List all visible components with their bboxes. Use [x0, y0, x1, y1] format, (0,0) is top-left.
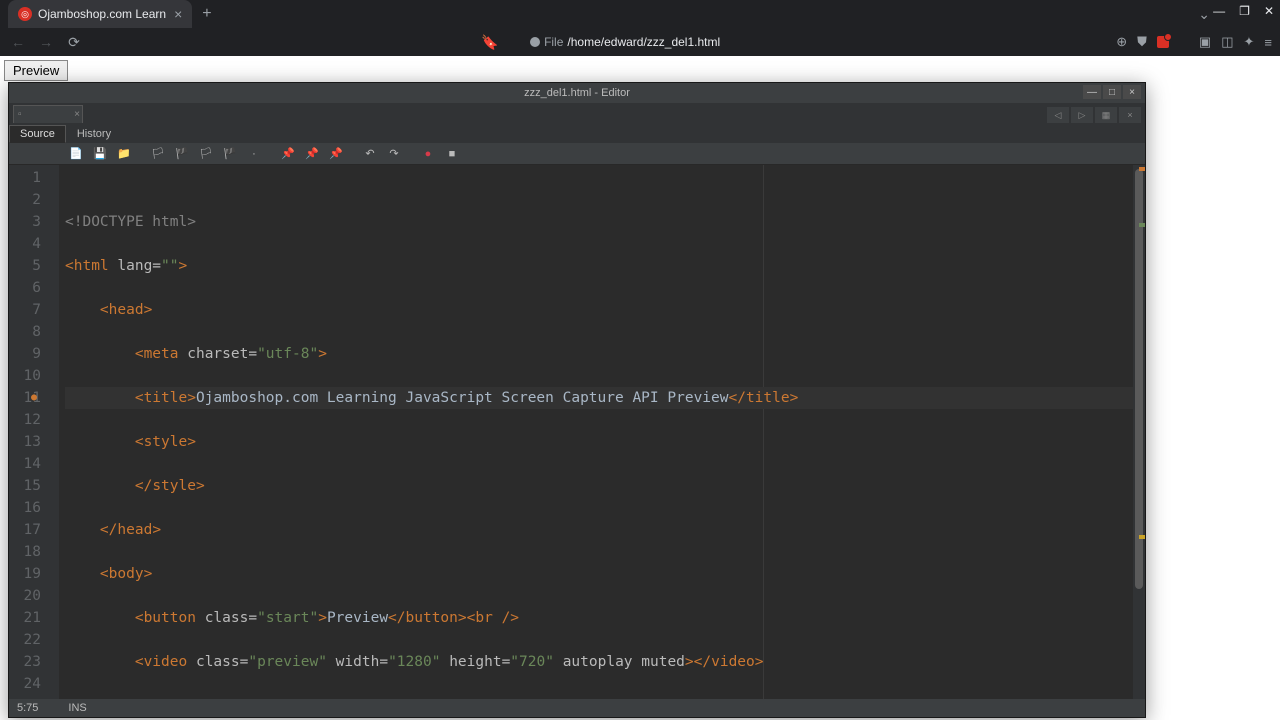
source-tabs: Source History — [9, 123, 1145, 143]
tab-strip: ◎ Ojamboshop.com Learn × + ⌄ ― ❐ ✕ — [0, 0, 1280, 28]
tool-save-icon[interactable]: 💾 — [89, 145, 111, 163]
marker-icon — [1139, 223, 1145, 227]
editor-close-icon[interactable]: × — [1123, 85, 1141, 99]
minimize-icon[interactable]: ― — [1213, 4, 1225, 18]
address-bar: ← → ⟳ 🔖 File /home/edward/zzz_del1.html … — [0, 28, 1280, 56]
insert-mode: INS — [68, 702, 86, 714]
reload-button[interactable]: ⟳ — [64, 34, 84, 51]
sidebar-icon[interactable]: ▣ — [1199, 34, 1211, 50]
url-bar[interactable]: 🔖 File /home/edward/zzz_del1.html — [92, 34, 1108, 51]
tool-prev-icon[interactable]: ↶ — [359, 145, 381, 163]
url-path: /home/edward/zzz_del1.html — [567, 35, 720, 49]
tool-pin1-icon[interactable]: 📌 — [277, 145, 299, 163]
nav-list-icon[interactable]: ▦ — [1095, 107, 1117, 123]
editor-maximize-icon[interactable]: □ — [1103, 85, 1121, 99]
menu-icon[interactable]: ≡ — [1264, 35, 1272, 50]
extensions-icon[interactable] — [1157, 36, 1169, 48]
editor-window: zzz_del1.html - Editor ― □ × ▫× ◁ ▷ ▦ × … — [8, 82, 1146, 718]
line-gutter: 1234567891011121314151617181920212223242… — [9, 165, 49, 699]
tool-dot-icon[interactable]: · — [243, 145, 265, 163]
tool-flag2-icon[interactable]: 🏴 — [171, 145, 193, 163]
nav-prev-icon[interactable]: ◁ — [1047, 107, 1069, 123]
sparkle-icon[interactable]: ✦ — [1244, 34, 1255, 50]
new-tab-button[interactable]: + — [202, 5, 211, 23]
tool-flag1-icon[interactable]: 🏳 — [147, 145, 169, 163]
file-tab-row: ▫× ◁ ▷ ▦ × — [9, 103, 1145, 123]
fold-gutter — [49, 165, 59, 699]
nav-close-icon[interactable]: × — [1119, 107, 1141, 123]
editor-statusbar: 5:75 INS — [9, 699, 1145, 717]
nav-next-icon[interactable]: ▷ — [1071, 107, 1093, 123]
close-window-icon[interactable]: ✕ — [1264, 4, 1274, 18]
tool-stop-icon[interactable]: ■ — [441, 145, 463, 163]
tool-flag4-icon[interactable]: 🏴 — [219, 145, 241, 163]
browser-chrome: ◎ Ojamboshop.com Learn × + ⌄ ― ❐ ✕ ← → ⟳… — [0, 0, 1280, 56]
panel-icon[interactable]: ◫ — [1221, 34, 1233, 50]
tool-pin3-icon[interactable]: 📌 — [325, 145, 347, 163]
marker-icon — [1139, 167, 1145, 171]
column-ruler — [763, 165, 764, 699]
url-scheme: File — [530, 35, 563, 49]
favicon-icon: ◎ — [18, 7, 32, 21]
editor-minimize-icon[interactable]: ― — [1083, 85, 1101, 99]
zoom-icon[interactable]: ⊕ — [1116, 34, 1127, 50]
preview-button[interactable]: Preview — [4, 60, 68, 81]
forward-button[interactable]: → — [36, 34, 56, 50]
editor-toolbar: 📄 💾 📁 🏳 🏴 🏳 🏴 · 📌 📌 📌 ↶ ↷ ● ■ — [9, 143, 1145, 165]
code-editor[interactable]: 1234567891011121314151617181920212223242… — [9, 165, 1145, 699]
file-tab-close-icon[interactable]: × — [74, 109, 80, 120]
code-content[interactable]: <!DOCTYPE html> <html lang=""> <head> <m… — [59, 165, 1145, 699]
close-icon[interactable]: × — [174, 6, 182, 22]
tab-source[interactable]: Source — [9, 125, 66, 143]
file-tab[interactable]: ▫× — [13, 105, 83, 123]
scrollbar-thumb[interactable] — [1135, 169, 1143, 589]
bookmark-icon[interactable]: 🔖 — [480, 34, 500, 51]
tool-folder-icon[interactable]: 📁 — [113, 145, 135, 163]
vertical-scrollbar[interactable] — [1133, 165, 1145, 699]
cursor-position: 5:75 — [17, 702, 38, 714]
tab-history[interactable]: History — [66, 125, 122, 143]
browser-tab[interactable]: ◎ Ojamboshop.com Learn × — [8, 0, 192, 28]
editor-titlebar[interactable]: zzz_del1.html - Editor ― □ × — [9, 83, 1145, 103]
shield-icon[interactable]: ⛊ — [1137, 34, 1147, 50]
window-controls: ― ❐ ✕ — [1213, 4, 1274, 18]
tool-record-icon[interactable]: ● — [417, 145, 439, 163]
tool-file-icon[interactable]: 📄 — [65, 145, 87, 163]
tool-pin2-icon[interactable]: 📌 — [301, 145, 323, 163]
maximize-icon[interactable]: ❐ — [1239, 4, 1250, 18]
back-button[interactable]: ← — [8, 34, 28, 50]
tab-title: Ojamboshop.com Learn — [38, 7, 166, 21]
warning-icon: ● — [31, 387, 41, 397]
nav-control-strip: ◁ ▷ ▦ × — [1047, 107, 1141, 123]
tool-next-icon[interactable]: ↷ — [383, 145, 405, 163]
tool-flag3-icon[interactable]: 🏳 — [195, 145, 217, 163]
chevron-down-icon[interactable]: ⌄ — [1198, 6, 1210, 23]
editor-title-text: zzz_del1.html - Editor — [524, 87, 630, 99]
marker-icon — [1139, 535, 1145, 539]
